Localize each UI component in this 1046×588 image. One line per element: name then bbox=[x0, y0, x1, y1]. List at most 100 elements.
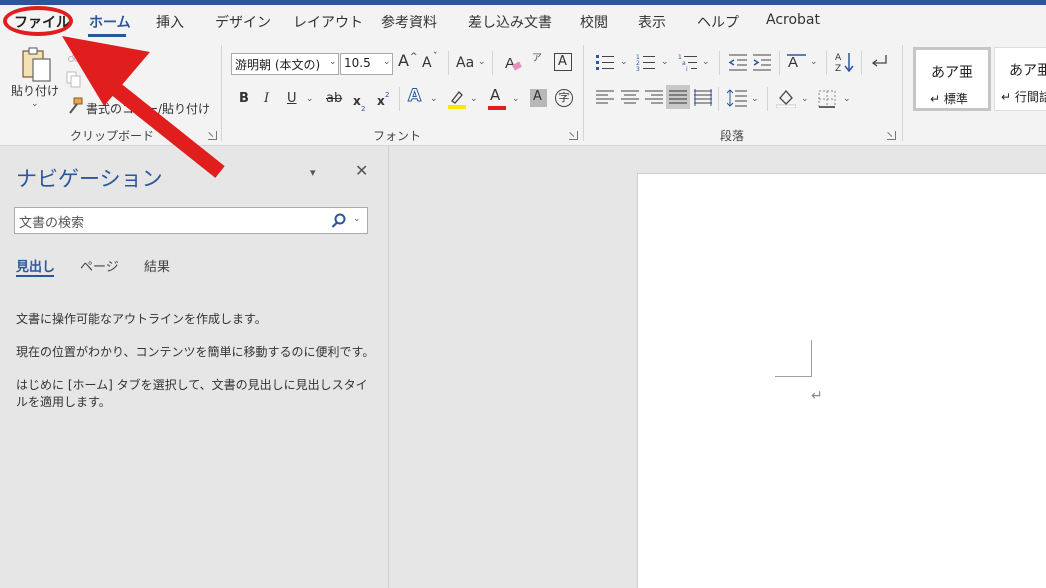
text-effects-dropdown-icon[interactable]: ⌄ bbox=[430, 94, 438, 104]
group-divider bbox=[902, 45, 903, 141]
svg-text:Z: Z bbox=[835, 64, 841, 73]
multilevel-dropdown-icon[interactable]: ⌄ bbox=[702, 57, 710, 67]
tab-layout[interactable]: レイアウト bbox=[293, 12, 363, 32]
svg-text:3: 3 bbox=[636, 66, 640, 71]
divider bbox=[448, 51, 449, 75]
superscript-button[interactable]: x bbox=[377, 93, 385, 109]
shading-icon[interactable] bbox=[776, 88, 796, 108]
group-divider bbox=[583, 45, 584, 141]
tab-review[interactable]: 校閲 bbox=[580, 12, 608, 32]
search-icon[interactable] bbox=[331, 213, 347, 229]
shrink-font-button[interactable]: A bbox=[422, 55, 432, 71]
close-icon[interactable]: ✕ bbox=[355, 163, 368, 179]
grow-font-button[interactable]: A bbox=[398, 53, 409, 69]
borders-dropdown-icon[interactable]: ⌄ bbox=[843, 94, 851, 104]
nav-tab-pages[interactable]: ページ bbox=[80, 256, 119, 275]
underline-button[interactable]: U bbox=[287, 91, 297, 107]
paragraph-group-label: 段落 bbox=[720, 129, 745, 143]
nav-tab-indicator bbox=[16, 275, 54, 277]
annotation-arrow-icon bbox=[62, 36, 225, 178]
font-group-label: フォント bbox=[373, 129, 422, 143]
tab-help[interactable]: ヘルプ bbox=[697, 12, 739, 32]
shading-dropdown-icon[interactable]: ⌄ bbox=[801, 94, 809, 104]
bullets-dropdown-icon[interactable]: ⌄ bbox=[620, 57, 628, 67]
align-center-icon[interactable] bbox=[621, 90, 639, 106]
navigation-search-input[interactable]: 文書の検索 ⌄ bbox=[14, 207, 368, 234]
svg-text:A: A bbox=[788, 54, 798, 71]
enclose-char-icon[interactable]: 字 bbox=[555, 89, 573, 107]
asian-layout-dropdown-icon[interactable]: ⌄ bbox=[810, 57, 818, 67]
font-color-button[interactable]: A bbox=[490, 87, 500, 103]
tab-acrobat[interactable]: Acrobat bbox=[766, 12, 820, 28]
document-page[interactable] bbox=[637, 173, 1046, 588]
divider bbox=[719, 51, 720, 75]
decrease-indent-icon[interactable] bbox=[728, 53, 748, 71]
nav-message-3: はじめに [ホーム] タブを選択して、文書の見出しに見出しスタイルを適用します。 bbox=[16, 378, 368, 409]
multilevel-list-icon[interactable]: 1ai bbox=[678, 53, 698, 71]
numbering-dropdown-icon[interactable]: ⌄ bbox=[661, 57, 669, 67]
bullets-icon[interactable] bbox=[595, 53, 615, 71]
align-left-icon[interactable] bbox=[596, 90, 614, 106]
numbering-icon[interactable]: 123 bbox=[636, 53, 656, 71]
subscript-button[interactable]: x bbox=[353, 93, 361, 109]
search-placeholder: 文書の検索 bbox=[19, 216, 85, 231]
margin-mark-horizontal bbox=[775, 376, 812, 377]
change-case-button[interactable]: Aa bbox=[456, 55, 474, 71]
highlight-icon[interactable] bbox=[448, 89, 466, 109]
nav-tab-headings[interactable]: 見出し bbox=[16, 256, 55, 275]
increase-indent-icon[interactable] bbox=[752, 53, 772, 71]
divider bbox=[399, 87, 400, 111]
tab-view[interactable]: 表示 bbox=[638, 12, 666, 32]
align-right-icon[interactable] bbox=[645, 90, 663, 106]
grow-caret-icon: ^ bbox=[410, 52, 418, 62]
highlight-dropdown-icon[interactable]: ⌄ bbox=[470, 94, 478, 104]
nav-message-2: 現在の位置がわかり、コンテンツを簡単に移動するのに便利です。 bbox=[16, 345, 375, 359]
divider bbox=[492, 51, 493, 75]
paragraph-launcher-icon[interactable] bbox=[887, 131, 896, 140]
superscript-digit: 2 bbox=[385, 91, 390, 99]
search-options-icon[interactable]: ⌄ bbox=[353, 214, 361, 224]
divider bbox=[718, 87, 719, 111]
nav-tab-results[interactable]: 結果 bbox=[144, 256, 170, 275]
italic-button[interactable]: I bbox=[264, 91, 269, 107]
distributed-icon[interactable] bbox=[694, 89, 712, 107]
divider bbox=[861, 51, 862, 75]
pane-options-icon[interactable]: ▾ bbox=[310, 166, 316, 179]
font-name-dropdown-icon[interactable]: ⌄ bbox=[329, 57, 337, 67]
shrink-caret-icon: ˇ bbox=[433, 52, 438, 62]
margin-mark-vertical bbox=[811, 340, 812, 376]
change-case-dropdown-icon[interactable]: ⌄ bbox=[478, 57, 486, 67]
style-normal-sample: あア亜 bbox=[931, 65, 973, 81]
justify-icon[interactable] bbox=[669, 90, 687, 106]
phonetic-guide-button[interactable]: ア bbox=[532, 51, 542, 67]
svg-text:A: A bbox=[835, 53, 842, 63]
subscript-digit: 2 bbox=[361, 105, 366, 113]
underline-dropdown-icon[interactable]: ⌄ bbox=[306, 94, 314, 104]
line-spacing-dropdown-icon[interactable]: ⌄ bbox=[751, 94, 759, 104]
line-spacing-icon[interactable] bbox=[727, 89, 747, 107]
font-launcher-icon[interactable] bbox=[569, 131, 578, 140]
style-normal[interactable]: あア亜 ↵ 標準 bbox=[913, 47, 991, 111]
font-size-dropdown-icon[interactable]: ⌄ bbox=[383, 57, 391, 67]
svg-text:i: i bbox=[686, 66, 688, 71]
char-border-icon[interactable]: A bbox=[554, 53, 572, 71]
show-marks-icon[interactable] bbox=[869, 53, 889, 71]
font-color-dropdown-icon[interactable]: ⌄ bbox=[512, 94, 520, 104]
asian-layout-icon[interactable]: A bbox=[786, 52, 808, 72]
char-shading-icon[interactable]: A bbox=[530, 89, 547, 107]
style-no-spacing[interactable]: あア亜 ↵ 行間詰 bbox=[994, 47, 1046, 111]
clear-formatting-icon[interactable]: A bbox=[503, 53, 523, 73]
divider bbox=[779, 51, 780, 75]
font-size-value: 10.5 bbox=[344, 56, 371, 70]
navigation-pane: ナビゲーション ▾ ✕ 文書の検索 ⌄ 見出し ページ 結果 文書に操作可能なア… bbox=[0, 146, 389, 588]
style-normal-label: ↵ 標準 bbox=[930, 92, 968, 106]
text-effects-button[interactable]: A bbox=[407, 87, 421, 105]
tab-references[interactable]: 参考資料 bbox=[381, 12, 437, 32]
style-no-spacing-sample: あア亜 bbox=[1009, 63, 1046, 79]
tab-mailings[interactable]: 差し込み文書 bbox=[468, 12, 552, 32]
borders-icon[interactable] bbox=[818, 90, 836, 108]
sort-icon[interactable]: AZ bbox=[834, 51, 856, 73]
nav-message-1: 文書に操作可能なアウトラインを作成します。 bbox=[16, 312, 267, 326]
strikethrough-button[interactable]: ab bbox=[326, 91, 342, 107]
divider bbox=[767, 87, 768, 111]
